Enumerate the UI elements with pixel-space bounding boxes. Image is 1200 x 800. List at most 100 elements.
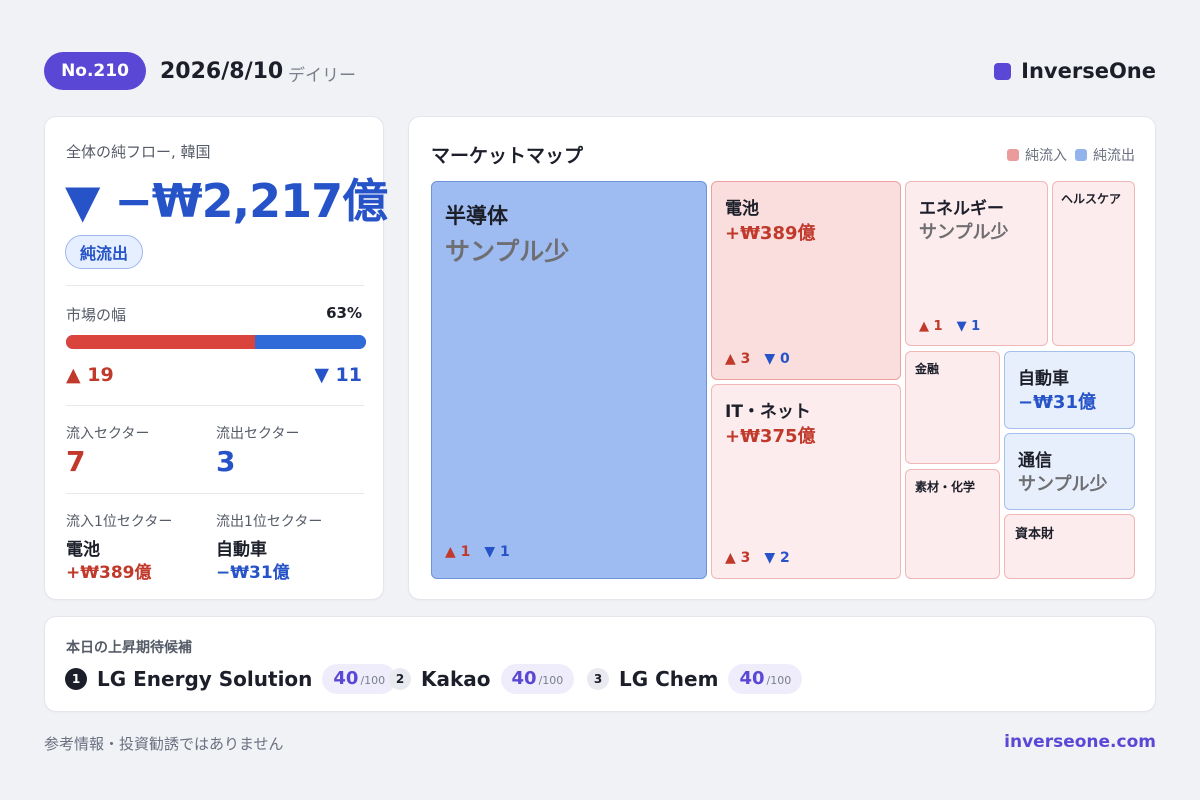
tile-value: サンプル少 <box>919 222 1009 243</box>
breadth-label: 市場の幅 <box>66 306 127 324</box>
tile-up-count: ▲ 3 <box>725 351 751 367</box>
tile-name: IT・ネット <box>725 402 811 422</box>
candidate-item[interactable]: 3 LG Chem 40 /100 <box>587 663 803 695</box>
rank-badge: 3 <box>587 668 609 690</box>
advancers-count: ▲ 19 <box>66 364 114 386</box>
candidate-name: LG Energy Solution <box>97 667 313 691</box>
tile-value: サンプル少 <box>445 237 570 266</box>
tile-materials-chemicals[interactable]: 素材・化学 <box>905 469 1000 579</box>
score-badge: 40 /100 <box>500 664 575 694</box>
score-max: /100 <box>766 674 792 687</box>
site-link[interactable]: inverseone.com <box>1004 732 1156 752</box>
outflow-swatch-icon <box>1075 149 1087 161</box>
inflow-sectors-label: 流入セクター <box>66 426 150 442</box>
legend-outflow-label: 純流出 <box>1093 148 1135 164</box>
candidate-name: LG Chem <box>619 667 719 691</box>
tile-name: エネルギー <box>919 199 1004 219</box>
tile-counts: ▲ 1 ▼ 1 <box>919 319 980 334</box>
candidate-name: Kakao <box>421 667 491 691</box>
header: No.210 2026/8/10 デイリー InverseOne <box>44 52 1156 90</box>
candidate-item[interactable]: 2 Kakao 40 /100 <box>389 663 575 695</box>
tile-up-count: ▲ 1 <box>445 544 471 560</box>
tile-capital-goods[interactable]: 資本財 <box>1004 514 1135 579</box>
candidates-card: 本日の上昇期待候補 1 LG Energy Solution 40 /100 2… <box>44 616 1156 712</box>
top-outflow-amount: −₩31億 <box>216 563 290 583</box>
score-badge: 40 /100 <box>728 664 803 694</box>
top-inflow-sector: 電池 <box>66 540 100 560</box>
tile-healthcare[interactable]: ヘルスケア <box>1052 181 1135 346</box>
tile-value: +₩389億 <box>725 223 816 244</box>
candidate-item[interactable]: 1 LG Energy Solution 40 /100 <box>65 663 397 695</box>
issue-number-badge: No.210 <box>44 52 146 90</box>
flow-status-badge: 純流出 <box>65 235 144 269</box>
disclaimer: 参考情報・投資勧誘ではありません <box>44 735 284 753</box>
tile-semiconductors[interactable]: 半導体 サンプル少 ▲ 1 ▼ 1 <box>431 181 707 579</box>
tile-name: 金融 <box>915 362 940 376</box>
tile-down-count: ▼ 0 <box>764 351 790 367</box>
tile-down-count: ▼ 1 <box>484 544 510 560</box>
market-map-legend: 純流入 純流出 <box>1007 145 1135 165</box>
brand: InverseOne <box>994 59 1156 83</box>
tile-battery[interactable]: 電池 +₩389億 ▲ 3 ▼ 0 <box>711 181 901 380</box>
tile-name: 半導体 <box>445 204 508 228</box>
tile-counts: ▲ 3 ▼ 0 <box>725 351 790 367</box>
tile-name: ヘルスケア <box>1061 192 1122 206</box>
top-outflow-label: 流出1位セクター <box>216 514 323 530</box>
brand-logo-icon <box>994 62 1012 80</box>
net-flow-title: 全体の純フロー, 韓国 <box>66 143 211 161</box>
tile-it-internet[interactable]: IT・ネット +₩375億 ▲ 3 ▼ 2 <box>711 384 901 579</box>
summary-card: 全体の純フロー, 韓国 ▼ −₩2,217億 純流出 市場の幅 63% ▲ 19… <box>44 116 388 600</box>
tile-name: 通信 <box>1018 451 1052 471</box>
tile-name: 資本財 <box>1015 527 1055 542</box>
score-value: 40 <box>333 668 359 689</box>
tile-counts: ▲ 1 ▼ 1 <box>445 544 510 560</box>
tile-value: +₩375億 <box>725 426 816 447</box>
outflow-sectors-label: 流出セクター <box>216 426 300 442</box>
tile-up-count: ▲ 1 <box>919 319 943 334</box>
market-map-card: マーケットマップ 純流入 純流出 半導体 サンプル少 ▲ 1 ▼ 1 電池 +₩… <box>408 116 1156 600</box>
divider <box>66 493 364 494</box>
net-flow-value: ▼ −₩2,217億 <box>65 174 388 228</box>
tile-value: サンプル少 <box>1018 474 1108 495</box>
breadth-percent: 63% <box>326 304 362 322</box>
tile-auto[interactable]: 自動車 −₩31億 <box>1004 351 1135 429</box>
rank-badge: 2 <box>389 668 411 690</box>
tile-counts: ▲ 3 ▼ 2 <box>725 550 790 566</box>
tile-name: 素材・化学 <box>915 480 976 494</box>
inflow-swatch-icon <box>1007 149 1019 161</box>
tile-down-count: ▼ 1 <box>956 319 981 334</box>
top-outflow-sector: 自動車 <box>216 540 267 560</box>
market-map-title: マーケットマップ <box>431 145 584 167</box>
score-badge: 40 /100 <box>322 664 397 694</box>
tile-energy[interactable]: エネルギー サンプル少 ▲ 1 ▼ 1 <box>905 181 1048 346</box>
legend-outflow: 純流出 <box>1075 145 1135 165</box>
tile-value: −₩31億 <box>1018 392 1096 413</box>
inflow-sectors-count: 7 <box>66 445 86 478</box>
tile-telecom[interactable]: 通信 サンプル少 <box>1004 433 1135 510</box>
legend-inflow-label: 純流入 <box>1025 148 1067 164</box>
rank-badge: 1 <box>65 668 87 690</box>
decliners-count: ▼ 11 <box>314 364 362 386</box>
top-inflow-label: 流入1位セクター <box>66 514 173 530</box>
tile-name: 自動車 <box>1018 369 1069 389</box>
score-value: 40 <box>739 668 765 689</box>
score-value: 40 <box>511 668 537 689</box>
breadth-bar <box>66 335 366 349</box>
report-kind: デイリー <box>288 66 356 86</box>
breadth-bar-advancers <box>66 335 255 349</box>
divider <box>66 405 364 406</box>
legend-inflow: 純流入 <box>1007 145 1067 165</box>
tile-finance[interactable]: 金融 <box>905 351 1000 464</box>
report-date: 2026/8/10 <box>160 59 284 84</box>
outflow-sectors-count: 3 <box>216 445 236 478</box>
breadth-bar-decliners <box>255 335 366 349</box>
tile-name: 電池 <box>725 199 759 219</box>
tile-down-count: ▼ 2 <box>764 550 790 566</box>
tile-up-count: ▲ 3 <box>725 550 751 566</box>
divider <box>66 285 364 286</box>
score-max: /100 <box>538 674 564 687</box>
score-max: /100 <box>360 674 386 687</box>
candidates-title: 本日の上昇期待候補 <box>66 640 192 656</box>
top-inflow-amount: +₩389億 <box>66 563 152 583</box>
brand-name: InverseOne <box>1021 59 1156 83</box>
